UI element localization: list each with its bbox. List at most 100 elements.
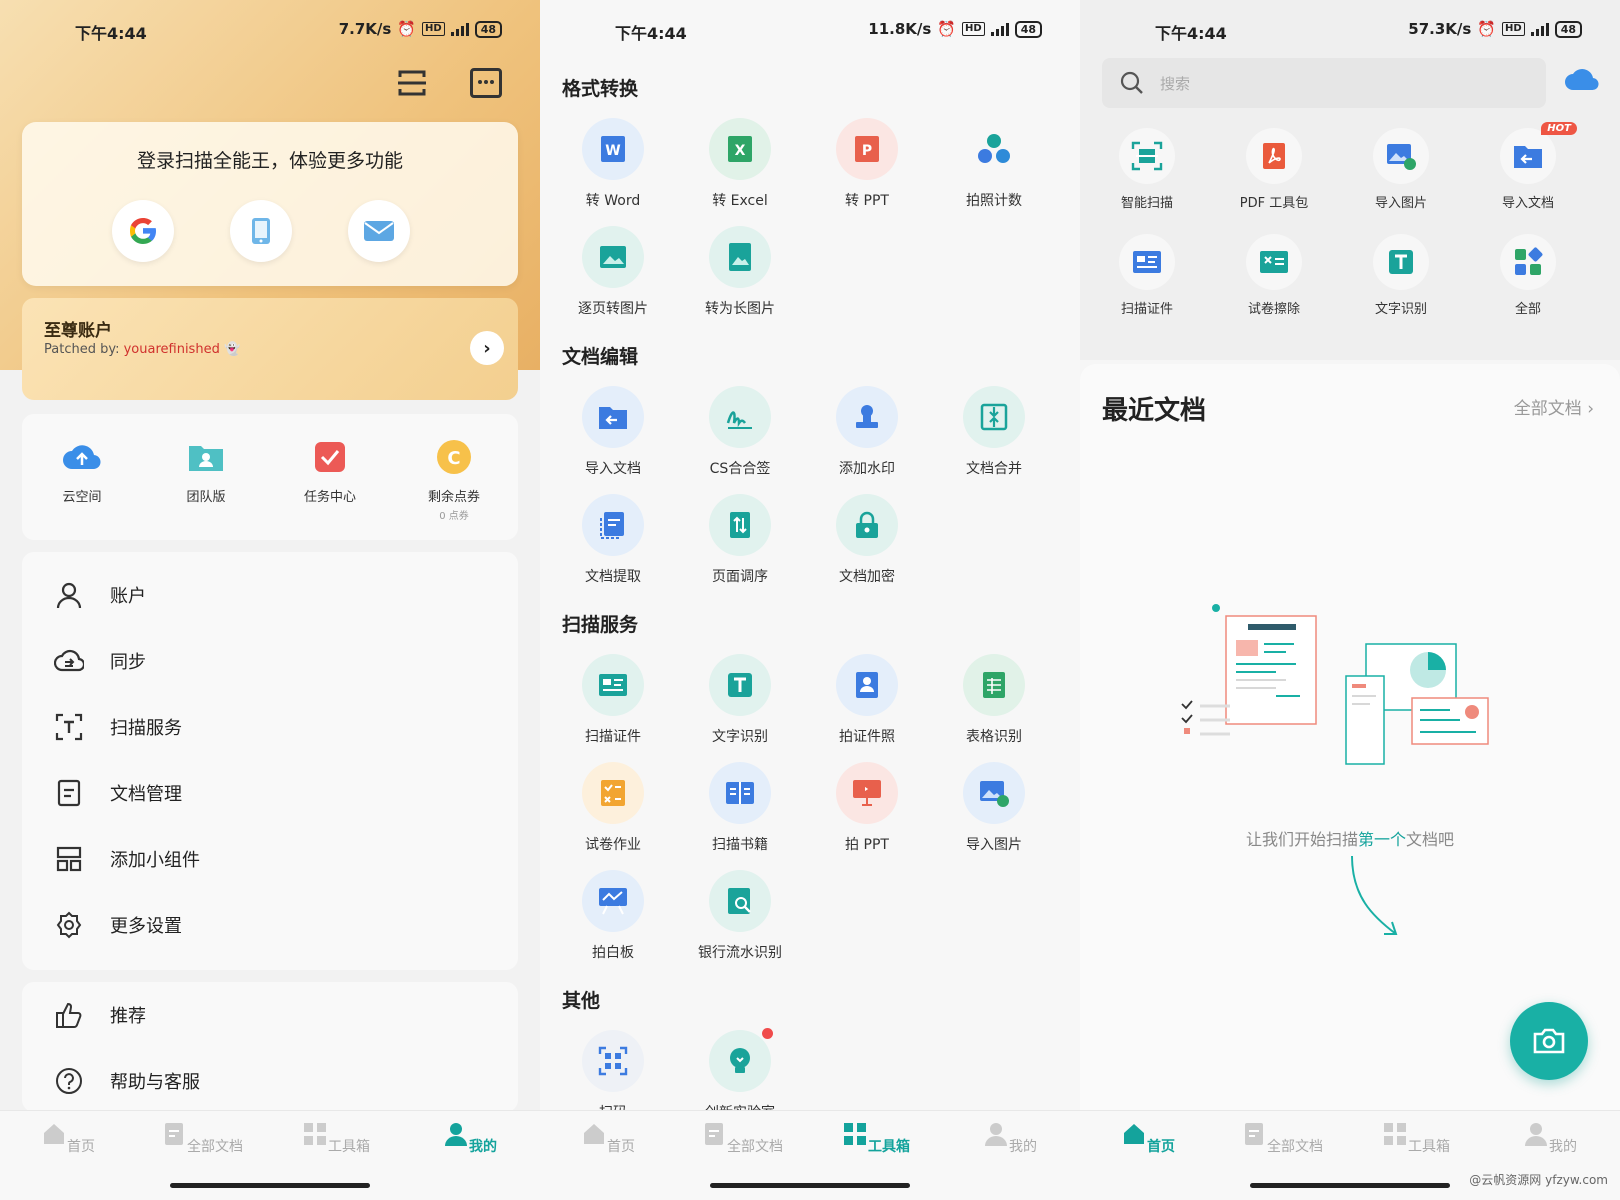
tool-encrypt-doc[interactable]: 文档加密 — [812, 494, 922, 586]
tool-long-image[interactable]: 转为长图片 — [685, 226, 795, 318]
menu-item-doc-manage[interactable]: 文档管理 — [22, 760, 518, 826]
image-import-icon — [1373, 128, 1429, 184]
excel-icon: X — [709, 118, 771, 180]
nav-label: 我的 — [1549, 1139, 1577, 1155]
home-tool-scan-id[interactable]: 扫描证件 — [1092, 234, 1202, 317]
phone-icon — [252, 218, 270, 244]
nav-all-docs[interactable]: 全部文档 — [142, 1121, 262, 1156]
chevron-right-icon[interactable]: › — [470, 331, 504, 365]
tool-scan-qr[interactable]: 扫码 — [558, 1030, 668, 1122]
alarm-icon: ⏰ — [1477, 20, 1497, 38]
svg-text:P: P — [862, 143, 872, 159]
scan-icon[interactable] — [396, 68, 428, 98]
nav-home[interactable]: 首页 — [1088, 1121, 1208, 1156]
home-tool-pdf[interactable]: PDF 工具包 — [1219, 128, 1329, 211]
tool-to-word[interactable]: W 转 Word — [558, 118, 668, 210]
tool-scan-book[interactable]: 扫描书籍 — [685, 762, 795, 854]
quick-task-center[interactable]: 任务中心 — [280, 436, 380, 505]
home-tool-erase-exam[interactable]: 试卷擦除 — [1219, 234, 1329, 317]
menu-item-widget[interactable]: 添加小组件 — [22, 826, 518, 892]
tool-label: 试卷作业 — [585, 837, 641, 853]
nav-me[interactable]: 我的 — [410, 1121, 530, 1156]
text-recognition-icon — [1373, 234, 1429, 290]
image-import-icon — [963, 762, 1025, 824]
search-bar[interactable]: 搜索 — [1102, 58, 1546, 108]
coin-icon: C — [433, 436, 475, 478]
home-icon — [1124, 1124, 1144, 1144]
tool-to-ppt[interactable]: P 转 PPT — [812, 118, 922, 210]
tool-cs-sign[interactable]: CS合合签 — [685, 386, 795, 478]
tool-shoot-ppt[interactable]: 拍 PPT — [812, 762, 922, 854]
tool-label: 添加水印 — [839, 461, 895, 477]
id-card-icon — [582, 654, 644, 716]
menu-item-scan-service[interactable]: 扫描服务 — [22, 694, 518, 760]
email-login-button[interactable] — [348, 200, 410, 262]
svg-text:C: C — [447, 448, 460, 469]
tool-reorder-pages[interactable]: 页面调序 — [685, 494, 795, 586]
menu-item-sync[interactable]: 同步 — [22, 628, 518, 694]
home-tool-smart-scan[interactable]: 智能扫描 — [1092, 128, 1202, 211]
me-icon — [445, 1123, 467, 1146]
nav-toolbox[interactable]: 工具箱 — [276, 1121, 396, 1156]
quick-team[interactable]: 团队版 — [156, 436, 256, 505]
tool-photo-count[interactable]: 拍照计数 — [939, 118, 1049, 210]
camera-button[interactable] — [1510, 1002, 1588, 1080]
tool-scan-id[interactable]: 扫描证件 — [558, 654, 668, 746]
tool-label: 拍证件照 — [839, 729, 895, 745]
all-docs-icon — [705, 1123, 723, 1145]
tool-table-ocr[interactable]: 表格识别 — [939, 654, 1049, 746]
tool-bank-statement[interactable]: 银行流水识别 — [685, 870, 795, 962]
menu-item-account[interactable]: 账户 — [22, 562, 518, 628]
home-tool-ocr[interactable]: 文字识别 — [1346, 234, 1456, 317]
nav-all-docs[interactable]: 全部文档 — [1222, 1121, 1342, 1156]
tool-innovation-lab[interactable]: 创新实验室 — [685, 1028, 795, 1122]
id-photo-icon — [836, 654, 898, 716]
count-icon — [963, 118, 1025, 180]
nav-me[interactable]: 我的 — [1490, 1121, 1610, 1156]
phone-login-button[interactable] — [230, 200, 292, 262]
tool-watermark[interactable]: 添加水印 — [812, 386, 922, 478]
tool-import-image[interactable]: 导入图片 — [939, 762, 1049, 854]
all-docs-link[interactable]: 全部文档 › — [1514, 394, 1594, 419]
home-tool-all[interactable]: 全部 — [1473, 234, 1583, 317]
tool-exam-homework[interactable]: 试卷作业 — [558, 762, 668, 854]
nav-toolbox[interactable]: 工具箱 — [1356, 1121, 1476, 1156]
google-login-button[interactable] — [112, 200, 174, 262]
nav-all-docs[interactable]: 全部文档 — [682, 1121, 802, 1156]
home-tool-import-image[interactable]: 导入图片 — [1346, 128, 1456, 211]
alarm-icon: ⏰ — [397, 20, 417, 38]
cloud-icon[interactable] — [1564, 66, 1600, 92]
image-pages-icon — [582, 226, 644, 288]
pdf-icon — [1246, 128, 1302, 184]
home-tool-import-doc[interactable]: HOT 导入文档 — [1473, 122, 1583, 211]
tool-to-excel[interactable]: X 转 Excel — [685, 118, 795, 210]
word-icon: W — [582, 118, 644, 180]
nav-home[interactable]: 首页 — [548, 1121, 668, 1156]
tool-page-to-image[interactable]: 逐页转图片 — [558, 226, 668, 318]
quick-coupons[interactable]: C 剩余点券 0 点券 — [404, 436, 504, 522]
nav-me[interactable]: 我的 — [950, 1121, 1070, 1156]
tool-label: CS合合签 — [709, 461, 771, 477]
tool-merge-doc[interactable]: 文档合并 — [939, 386, 1049, 478]
menu-item-settings[interactable]: 更多设置 — [22, 892, 518, 958]
nav-label: 全部文档 — [1267, 1139, 1323, 1155]
menu-item-recommend[interactable]: 推荐 — [22, 982, 518, 1048]
quick-label: 团队版 — [186, 490, 226, 505]
tool-whiteboard[interactable]: 拍白板 — [558, 870, 668, 962]
vip-account-card[interactable]: 至尊账户 Patched by: youarefinished 👻 › — [22, 298, 518, 400]
tool-id-photo[interactable]: 拍证件照 — [812, 654, 922, 746]
me-icon — [1525, 1123, 1547, 1146]
nav-home[interactable]: 首页 — [8, 1121, 128, 1156]
tool-label: 全部 — [1514, 302, 1541, 317]
tool-ocr[interactable]: 文字识别 — [685, 654, 795, 746]
tool-extract-doc[interactable]: 文档提取 — [558, 494, 668, 586]
menu-item-help[interactable]: 帮助与客服 — [22, 1048, 518, 1114]
tool-import-doc[interactable]: 导入文档 — [558, 386, 668, 478]
tool-label: 表格识别 — [966, 729, 1022, 745]
message-icon[interactable] — [470, 68, 502, 98]
nav-toolbox[interactable]: 工具箱 — [816, 1121, 936, 1156]
quick-cloud-space[interactable]: 云空间 — [32, 436, 132, 505]
section-format: 格式转换 — [562, 78, 639, 100]
scan-text-icon — [54, 712, 84, 742]
import-doc-icon — [582, 386, 644, 448]
